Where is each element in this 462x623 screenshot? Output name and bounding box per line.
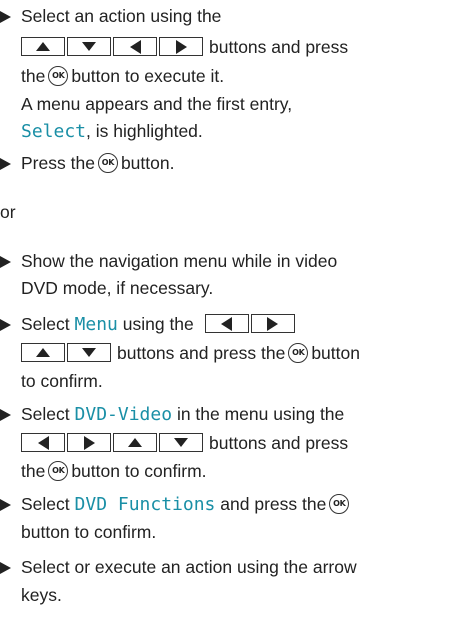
up-key xyxy=(113,433,157,453)
dvd-functions-term: DVD Functions xyxy=(74,494,216,515)
arrow-up-icon xyxy=(36,348,50,358)
arrow-key-group xyxy=(204,314,301,334)
step7-line1: Select or execute an action using the ar… xyxy=(21,557,357,577)
step5-line1: Select DVD-Video in the menu using the xyxy=(21,404,345,425)
bullet-triangle-icon xyxy=(0,11,11,23)
right-key xyxy=(67,433,111,453)
right-key xyxy=(250,314,295,334)
left-key xyxy=(21,433,65,453)
arrow-right-icon xyxy=(175,39,187,54)
step1-line3: the OK button to execute it. xyxy=(21,65,225,86)
arrow-right-icon xyxy=(83,435,95,450)
or-separator: or xyxy=(0,202,16,222)
arrow-left-icon xyxy=(129,39,141,54)
ok-button-icon: OK xyxy=(48,65,69,86)
step4-line2: buttons and press the OK button xyxy=(21,341,360,365)
dvd-video-term: DVD-Video xyxy=(74,404,173,425)
arrow-key-group xyxy=(21,433,209,453)
instruction-page: Select an action using the buttons and p… xyxy=(0,0,462,623)
bullet-triangle-icon xyxy=(0,256,11,268)
step5-line3: the OK button to confirm. xyxy=(21,460,207,481)
step1-line1: Select an action using the xyxy=(21,6,222,26)
step1-line5: Select, is highlighted. xyxy=(21,121,203,142)
step3-line1: Show the navigation menu while in video xyxy=(21,251,338,271)
down-key xyxy=(67,37,111,57)
ok-button-icon: OK xyxy=(48,460,69,481)
step2-line: Press the OK button. xyxy=(21,152,175,173)
arrow-right-icon xyxy=(267,316,279,331)
arrow-left-icon xyxy=(37,435,49,450)
ok-button-icon: OK xyxy=(329,493,350,514)
step3-line2: DVD mode, if necessary. xyxy=(21,278,214,298)
down-key xyxy=(67,343,111,363)
step1-line4: A menu appears and the first entry, xyxy=(21,94,293,114)
down-key xyxy=(159,433,203,453)
bullet-triangle-icon xyxy=(0,562,11,574)
arrow-key-group xyxy=(21,343,117,363)
arrow-up-icon xyxy=(128,438,142,448)
step1-line2: buttons and press xyxy=(21,35,348,59)
arrow-down-icon xyxy=(82,348,96,358)
menu-term: Menu xyxy=(74,314,118,335)
bullet-triangle-icon xyxy=(0,409,11,421)
left-key xyxy=(113,37,157,57)
ok-button-icon: OK xyxy=(288,342,309,363)
select-term: Select xyxy=(21,121,87,142)
arrow-down-icon xyxy=(82,42,96,52)
arrow-up-icon xyxy=(36,42,50,52)
arrow-key-group xyxy=(21,37,209,57)
bullet-triangle-icon xyxy=(0,158,11,170)
left-key xyxy=(204,314,249,334)
bullet-triangle-icon xyxy=(0,319,11,331)
step6-line1: Select DVD Functions and press the OK xyxy=(21,492,352,516)
step5-line2: buttons and press xyxy=(21,431,348,455)
right-key xyxy=(159,37,203,57)
bullet-triangle-icon xyxy=(0,499,11,511)
step6-line2: button to confirm. xyxy=(21,522,157,542)
arrow-left-icon xyxy=(221,316,233,331)
up-key xyxy=(21,343,65,363)
step7-line2: keys. xyxy=(21,585,62,605)
step4-line3: to confirm. xyxy=(21,371,103,391)
ok-button-icon: OK xyxy=(97,152,118,173)
arrow-down-icon xyxy=(174,438,188,448)
step4-line1: Select Menu using the xyxy=(21,312,301,336)
up-key xyxy=(21,37,65,57)
